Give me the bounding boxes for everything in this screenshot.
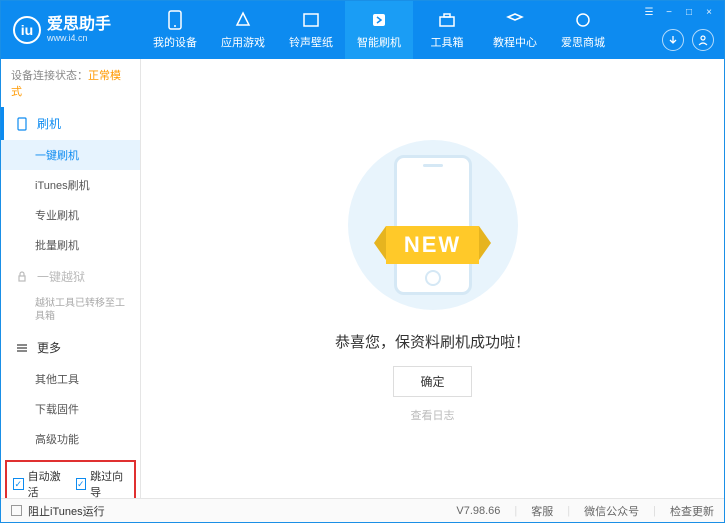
close-icon[interactable]: ×: [702, 5, 716, 19]
checkbox-skip-guide[interactable]: ✓跳过向导: [76, 468, 129, 498]
app-header: iu 爱思助手 www.i4.cn 我的设备 应用游戏 铃声壁纸 智能刷机 工具…: [1, 1, 724, 59]
status-bar: 阻止iTunes运行 V7.98.66 | 客服 | 微信公众号 | 检查更新: [1, 498, 724, 522]
nav-ringtones[interactable]: 铃声壁纸: [277, 1, 345, 59]
checkbox-block-itunes[interactable]: 阻止iTunes运行: [11, 503, 105, 519]
phone-small-icon: [15, 117, 29, 131]
nav-flash[interactable]: 智能刷机: [345, 1, 413, 59]
app-name: 爱思助手: [47, 17, 111, 33]
sidebar-item-download[interactable]: 下载固件: [1, 394, 140, 424]
header-right: [662, 29, 714, 51]
success-illustration: NEW: [333, 135, 533, 315]
checkbox-icon: [11, 505, 22, 516]
sidebar-item-itunes[interactable]: iTunes刷机: [1, 170, 140, 200]
logo-area: iu 爱思助手 www.i4.cn: [1, 16, 141, 44]
sidebar-item-other[interactable]: 其他工具: [1, 364, 140, 394]
new-ribbon: NEW: [386, 226, 479, 264]
nav-store[interactable]: 爱思商城: [549, 1, 617, 59]
wallpaper-icon: [301, 10, 321, 30]
jailbreak-note: 越狱工具已转移至工具箱: [1, 293, 140, 331]
nav-my-device[interactable]: 我的设备: [141, 1, 209, 59]
maximize-icon[interactable]: □: [682, 5, 696, 19]
service-link[interactable]: 客服: [531, 503, 553, 519]
phone-icon: [165, 10, 185, 30]
window-controls: ☰ − □ ×: [642, 5, 716, 19]
connection-status: 设备连接状态：正常模式: [1, 59, 140, 107]
sidebar-item-oneclick[interactable]: 一键刷机: [1, 140, 140, 170]
top-nav: 我的设备 应用游戏 铃声壁纸 智能刷机 工具箱 教程中心 爱思商城: [141, 1, 617, 59]
flash-icon: [369, 10, 389, 30]
success-message: 恭喜您，保资料刷机成功啦！: [335, 331, 530, 352]
user-icon[interactable]: [692, 29, 714, 51]
nav-apps[interactable]: 应用游戏: [209, 1, 277, 59]
check-icon: ✓: [13, 478, 24, 490]
tutorial-icon: [505, 10, 525, 30]
view-log-link[interactable]: 查看日志: [411, 407, 455, 423]
sidebar-item-advanced[interactable]: 高级功能: [1, 424, 140, 454]
lock-icon: [15, 270, 29, 284]
app-url: www.i4.cn: [47, 33, 111, 43]
nav-toolbox[interactable]: 工具箱: [413, 1, 481, 59]
sidebar-group-jailbreak: 一键越狱: [1, 260, 140, 293]
sidebar-group-more[interactable]: 更多: [1, 331, 140, 364]
nav-tutorial[interactable]: 教程中心: [481, 1, 549, 59]
wechat-link[interactable]: 微信公众号: [584, 503, 639, 519]
sidebar-group-flash[interactable]: 刷机: [1, 107, 140, 140]
apps-icon: [233, 10, 253, 30]
main-content: NEW 恭喜您，保资料刷机成功啦！ 确定 查看日志: [141, 59, 724, 498]
logo-icon: iu: [13, 16, 41, 44]
sidebar: 设备连接状态：正常模式 刷机 一键刷机 iTunes刷机 专业刷机 批量刷机 一…: [1, 59, 141, 498]
sidebar-item-pro[interactable]: 专业刷机: [1, 200, 140, 230]
update-link[interactable]: 检查更新: [670, 503, 714, 519]
menu-icon[interactable]: ☰: [642, 5, 656, 19]
list-icon: [15, 341, 29, 355]
minimize-icon[interactable]: −: [662, 5, 676, 19]
download-icon[interactable]: [662, 29, 684, 51]
check-icon: ✓: [76, 478, 87, 490]
version-label: V7.98.66: [456, 505, 500, 517]
options-highlight: ✓自动激活 ✓跳过向导: [5, 460, 136, 498]
toolbox-icon: [437, 10, 457, 30]
sidebar-item-batch[interactable]: 批量刷机: [1, 230, 140, 260]
checkbox-auto-activate[interactable]: ✓自动激活: [13, 468, 66, 498]
ok-button[interactable]: 确定: [393, 366, 471, 397]
store-icon: [573, 10, 593, 30]
